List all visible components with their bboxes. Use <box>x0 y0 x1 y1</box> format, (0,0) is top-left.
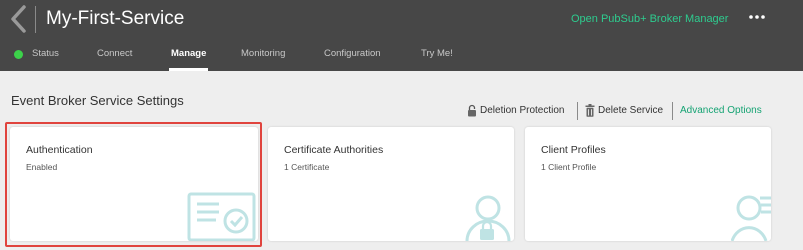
tab-monitoring-label: Monitoring <box>241 48 286 59</box>
trash-icon <box>585 104 595 117</box>
card-title: Client Profiles <box>541 144 606 156</box>
certificate-authorities-card[interactable]: Certificate Authorities 1 Certificate <box>268 127 514 241</box>
card-subtitle: Enabled <box>26 162 58 172</box>
card-subtitle: 1 Certificate <box>284 162 330 172</box>
back-arrow-icon[interactable] <box>8 4 30 34</box>
more-options-icon[interactable] <box>748 9 766 25</box>
tab-connect-label: Connect <box>97 48 133 59</box>
tab-status-label: Status <box>32 48 59 59</box>
section-title: Event Broker Service Settings <box>11 93 184 108</box>
tab-connect[interactable]: Connect <box>97 44 132 71</box>
open-broker-manager-link[interactable]: Open PubSub+ Broker Manager <box>571 12 728 26</box>
client-profiles-card[interactable]: Client Profiles 1 Client Profile <box>525 127 771 241</box>
certificate-icon <box>187 192 256 241</box>
service-title: My-First-Service <box>46 8 185 29</box>
tab-try-me[interactable]: Try Me! <box>421 44 453 71</box>
authentication-card[interactable]: Authentication Enabled <box>10 127 258 241</box>
tab-manage-label: Manage <box>171 48 207 59</box>
delete-service-button[interactable]: Delete Service <box>598 101 663 121</box>
action-divider <box>672 102 673 120</box>
tab-status[interactable]: Status <box>32 44 59 71</box>
tab-try-me-label: Try Me! <box>421 48 453 59</box>
card-title: Authentication <box>26 144 93 156</box>
deletion-protection-button[interactable]: Deletion Protection <box>480 101 565 121</box>
status-indicator-icon <box>14 50 23 59</box>
tab-manage[interactable]: Manage <box>169 44 209 71</box>
service-tabs: Status Connect Manage Monitoring Configu… <box>0 44 803 71</box>
tab-configuration[interactable]: Configuration <box>324 44 381 71</box>
user-list-icon <box>731 195 771 241</box>
user-lock-icon <box>465 195 511 241</box>
top-bar: My-First-Service Open PubSub+ Broker Man… <box>0 0 803 71</box>
card-subtitle: 1 Client Profile <box>541 162 597 172</box>
action-divider <box>577 102 578 120</box>
tab-monitoring[interactable]: Monitoring <box>241 44 285 71</box>
header-divider <box>35 6 36 33</box>
tab-configuration-label: Configuration <box>324 48 381 59</box>
advanced-options-link[interactable]: Advanced Options <box>680 101 762 121</box>
card-title: Certificate Authorities <box>284 144 384 156</box>
lock-icon <box>468 104 476 117</box>
active-tab-indicator <box>169 68 209 71</box>
